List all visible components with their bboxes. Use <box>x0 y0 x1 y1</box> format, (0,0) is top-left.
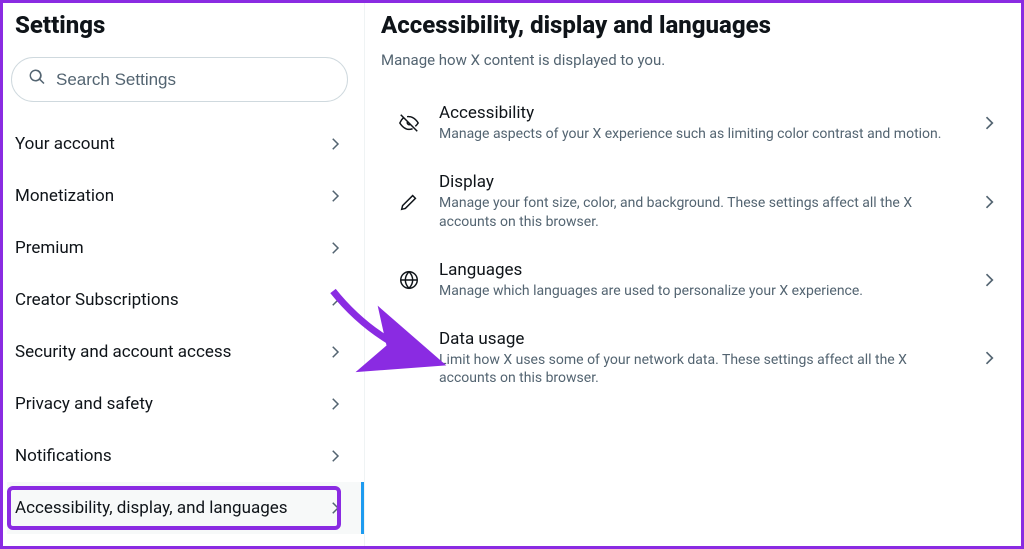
option-title: Languages <box>439 260 961 280</box>
option-data-usage[interactable]: Data usage Limit how X uses some of your… <box>377 315 1013 403</box>
sidebar-item-your-account[interactable]: Your account <box>7 118 352 170</box>
option-title: Accessibility <box>439 103 961 123</box>
sidebar-item-label: Monetization <box>15 186 114 206</box>
settings-sidebar: Settings Your account Monetization Premi… <box>3 3 365 546</box>
option-body: Accessibility Manage aspects of your X e… <box>439 103 961 144</box>
sidebar-item-label: Premium <box>15 238 84 258</box>
chevron-right-icon <box>326 187 344 205</box>
option-desc: Manage aspects of your X experience such… <box>439 125 961 144</box>
chevron-right-icon <box>326 447 344 465</box>
search-input[interactable] <box>56 70 331 90</box>
chevron-right-icon <box>326 499 344 517</box>
chevron-right-icon <box>979 113 999 133</box>
chevron-right-icon <box>326 395 344 413</box>
chevron-right-icon <box>326 291 344 309</box>
eye-off-icon <box>397 111 421 135</box>
sidebar-item-monetization[interactable]: Monetization <box>7 170 352 222</box>
pen-icon <box>397 190 421 214</box>
sidebar-item-label: Security and account access <box>15 342 231 362</box>
sidebar-item-premium[interactable]: Premium <box>7 222 352 274</box>
option-body: Display Manage your font size, color, an… <box>439 172 961 232</box>
chevron-right-icon <box>979 192 999 212</box>
page-subtitle: Manage how X content is displayed to you… <box>377 51 1013 89</box>
option-title: Display <box>439 172 961 192</box>
sidebar-item-notifications[interactable]: Notifications <box>7 430 352 482</box>
sidebar-item-security[interactable]: Security and account access <box>7 326 352 378</box>
chevron-right-icon <box>326 343 344 361</box>
sidebar-item-privacy[interactable]: Privacy and safety <box>7 378 352 430</box>
main-panel: Accessibility, display and languages Man… <box>365 3 1021 546</box>
sidebar-item-accessibility[interactable]: Accessibility, display, and languages <box>7 482 364 534</box>
option-desc: Limit how X uses some of your network da… <box>439 351 961 389</box>
sidebar-item-label: Your account <box>15 134 115 154</box>
sidebar-item-label: Accessibility, display, and languages <box>15 498 288 518</box>
search-icon <box>28 68 56 91</box>
page-title: Accessibility, display and languages <box>377 7 1013 51</box>
chevron-right-icon <box>979 270 999 290</box>
option-accessibility[interactable]: Accessibility Manage aspects of your X e… <box>377 89 1013 158</box>
chevron-right-icon <box>326 239 344 257</box>
settings-frame: Settings Your account Monetization Premi… <box>0 0 1024 549</box>
chevron-right-icon <box>326 135 344 153</box>
option-display[interactable]: Display Manage your font size, color, an… <box>377 158 1013 246</box>
search-box[interactable] <box>11 57 348 102</box>
sidebar-item-label: Creator Subscriptions <box>15 290 179 310</box>
chevron-right-icon <box>979 348 999 368</box>
option-desc: Manage your font size, color, and backgr… <box>439 194 961 232</box>
option-title: Data usage <box>439 329 961 349</box>
sidebar-item-label: Privacy and safety <box>15 394 153 414</box>
option-body: Data usage Limit how X uses some of your… <box>439 329 961 389</box>
option-body: Languages Manage which languages are use… <box>439 260 961 301</box>
option-languages[interactable]: Languages Manage which languages are use… <box>377 246 1013 315</box>
option-desc: Manage which languages are used to perso… <box>439 282 961 301</box>
search-container <box>7 57 352 118</box>
sidebar-title: Settings <box>7 3 352 57</box>
sidebar-item-label: Notifications <box>15 446 112 466</box>
sidebar-item-creator-subscriptions[interactable]: Creator Subscriptions <box>7 274 352 326</box>
globe-icon <box>397 268 421 292</box>
bar-chart-icon <box>397 346 421 370</box>
